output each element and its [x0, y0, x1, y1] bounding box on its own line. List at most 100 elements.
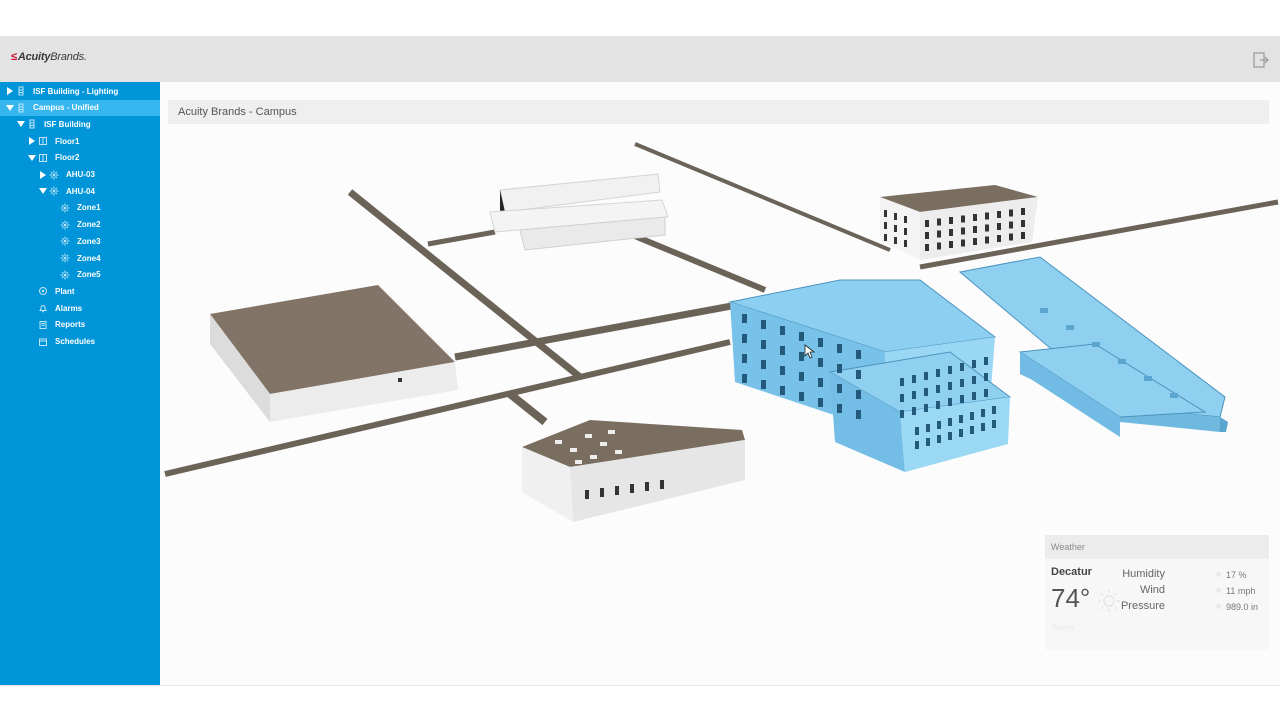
window	[926, 438, 930, 446]
wind-value: 11 mph	[1226, 586, 1256, 596]
pressure-value: 989.0 in	[1226, 602, 1259, 612]
window	[894, 213, 897, 220]
window	[742, 314, 747, 323]
tree-item-ahu-04[interactable]: AHU-04	[0, 183, 160, 199]
window	[992, 406, 996, 414]
tree-item-floor2[interactable]: Floor2	[0, 150, 160, 166]
window	[937, 421, 941, 429]
window	[981, 423, 985, 431]
tree-item-label: Schedules	[55, 337, 96, 346]
window	[780, 366, 785, 375]
window	[960, 395, 964, 403]
window	[900, 410, 904, 418]
window	[924, 388, 928, 396]
tree-item-zone4[interactable]: Zone4	[0, 250, 160, 266]
humidity-label: Humidity	[1122, 568, 1165, 580]
window	[985, 212, 989, 220]
tree-item-reports[interactable]: Reports	[0, 317, 160, 333]
window	[936, 401, 940, 409]
window	[997, 211, 1001, 218]
expand-caret-icon[interactable]	[38, 170, 48, 180]
window	[915, 427, 919, 435]
tree-item-zone3[interactable]: Zone3	[0, 233, 160, 249]
tree-item-ahu-03[interactable]: AHU-03	[0, 167, 160, 183]
window	[761, 380, 766, 389]
window	[894, 225, 897, 232]
expand-caret-icon[interactable]	[5, 86, 15, 96]
window	[948, 366, 952, 374]
tree-item-zone1[interactable]: Zone1	[0, 200, 160, 216]
floor-icon	[37, 152, 49, 164]
window	[780, 346, 785, 355]
window	[799, 372, 804, 381]
tree-item-zone2[interactable]: Zone2	[0, 217, 160, 233]
window	[972, 360, 976, 368]
logo-mark: ≤	[11, 51, 17, 63]
roof-vent	[1066, 325, 1074, 330]
window	[904, 216, 907, 223]
skylight	[585, 434, 592, 438]
window	[912, 391, 916, 399]
window	[972, 392, 976, 400]
window	[937, 218, 941, 226]
tree-item-campus-unified[interactable]: Campus - Unified	[0, 99, 160, 116]
logo-text-bold: Acuity	[17, 51, 51, 63]
building-icon	[26, 118, 38, 130]
window	[981, 409, 985, 417]
window	[799, 332, 804, 341]
highlighted-isf-building[interactable]	[728, 256, 1228, 472]
tree-item-isf-building[interactable]: ISF Building	[0, 116, 160, 132]
window	[742, 334, 747, 343]
fan-icon	[59, 235, 71, 247]
fan-icon	[59, 202, 71, 214]
collapse-caret-icon[interactable]	[27, 153, 37, 163]
tree-item-label: Zone2	[77, 220, 101, 230]
window	[818, 358, 823, 367]
workshop-building[interactable]	[522, 420, 745, 522]
expand-caret-icon[interactable]	[27, 136, 37, 146]
browser-bottom-strip	[0, 685, 1280, 720]
tree-item-zone5[interactable]: Zone5	[0, 267, 160, 283]
tree-item-schedules[interactable]: Schedules	[0, 334, 160, 350]
collapse-caret-icon[interactable]	[38, 186, 48, 196]
roof-vent	[1118, 359, 1126, 364]
window	[926, 424, 930, 432]
tree-item-alarms[interactable]: Alarms	[0, 300, 160, 316]
window	[937, 230, 941, 238]
tree-item-label: Zone1	[77, 203, 101, 213]
tree-item-isf-building-lighting[interactable]: ISF Building - Lighting	[0, 83, 160, 99]
window	[961, 227, 965, 235]
window	[615, 486, 619, 495]
window	[960, 363, 964, 371]
window	[961, 239, 965, 247]
navigation-tree: ISF Building - Lighting Campus - Unified I…	[0, 82, 160, 685]
bell-icon	[37, 302, 49, 314]
logout-icon[interactable]	[1252, 51, 1270, 69]
window	[856, 370, 861, 379]
weather-city: Decatur	[1051, 566, 1092, 578]
tree-item-plant[interactable]: Plant	[0, 283, 160, 299]
window	[660, 480, 664, 489]
window	[997, 235, 1001, 242]
tree-item-label: Floor1	[55, 136, 80, 146]
tree-item-floor1[interactable]: Floor1	[0, 133, 160, 149]
fan-icon	[48, 169, 60, 181]
tree-item-label: Reports	[55, 320, 86, 330]
window	[1009, 209, 1013, 217]
window	[937, 242, 941, 250]
window	[904, 240, 907, 247]
collapse-caret-icon[interactable]	[16, 119, 26, 129]
pressure-dot	[1216, 604, 1221, 609]
window	[937, 435, 941, 443]
tree-item-label: Plant	[55, 286, 75, 296]
warehouse-building[interactable]	[210, 285, 458, 422]
weather-widget: Weather Decatur 74° Sunny Humidity 17 % …	[1045, 535, 1269, 650]
window	[997, 223, 1001, 230]
skylight	[590, 455, 597, 459]
collapse-caret-icon[interactable]	[5, 103, 15, 113]
window	[961, 215, 965, 223]
